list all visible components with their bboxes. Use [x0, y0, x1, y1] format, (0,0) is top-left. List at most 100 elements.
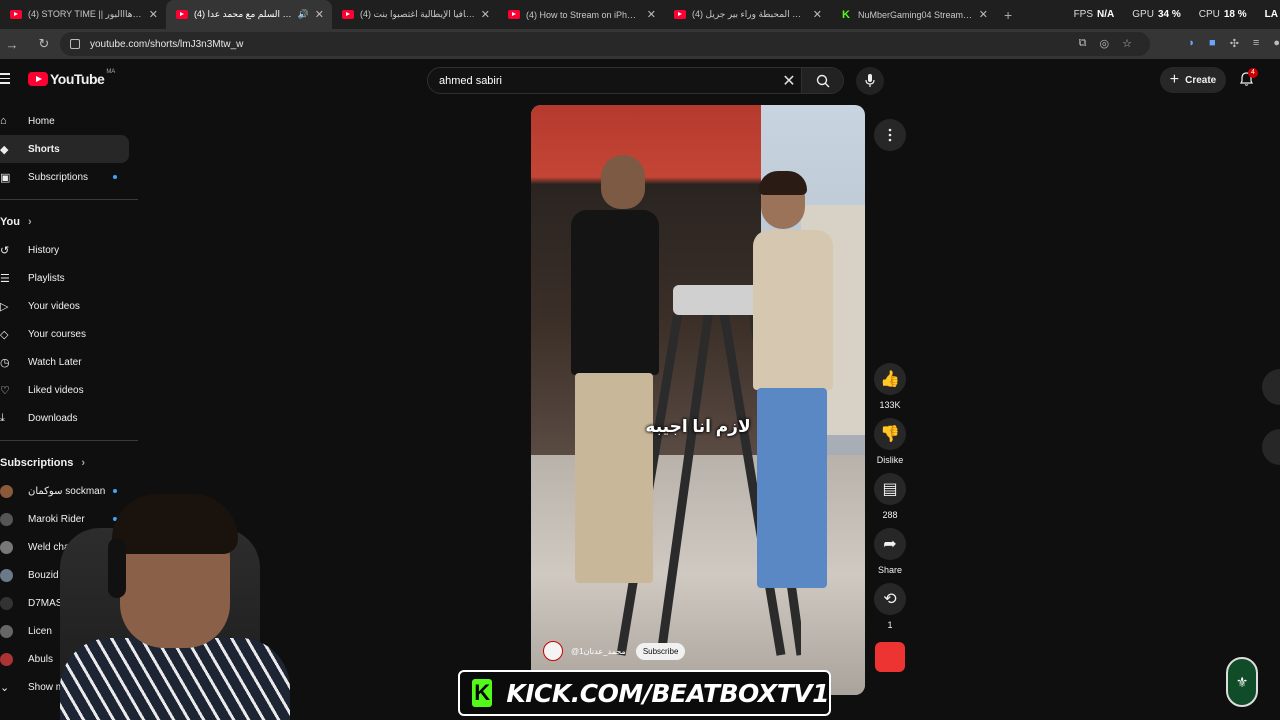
sidebar-item-history[interactable]: ↺ History [0, 236, 140, 264]
fps-stat: FPS N/A [1073, 9, 1115, 20]
more-vert-icon [888, 128, 892, 142]
new-content-dot [113, 175, 117, 179]
channel-avatar [0, 652, 13, 666]
search-icon [816, 74, 829, 87]
sidebar-item-shorts[interactable]: ◆ Shorts [0, 135, 129, 163]
streamer-hair [112, 494, 238, 554]
like-button[interactable]: 👍 133K [874, 363, 906, 410]
install-icon[interactable]: ⧉ [1079, 37, 1087, 50]
channel-avatar [0, 512, 13, 526]
kick-channel-url: KICK.COM/BEATBOXTV1 [506, 678, 829, 708]
extra-stat: LA [1264, 9, 1278, 20]
subscribe-button[interactable]: Subscribe [635, 642, 686, 660]
team-emblem-icon: ⚜ [1226, 657, 1258, 707]
gpu-stat: GPU 34 % [1132, 9, 1181, 20]
share-icon: ➦ [874, 528, 906, 560]
url-actions: ⧉ ◎ ☆ [1079, 37, 1132, 50]
chevron-right-icon: › [27, 216, 32, 228]
sidebar-item-home[interactable]: ⌂ Home [0, 107, 140, 135]
dislike-button[interactable]: 👎 Dislike [874, 418, 906, 465]
media-icon[interactable]: ≡ [1253, 37, 1259, 50]
browser-tab[interactable]: (4) How to Stream on iPhone w ✕ [498, 0, 664, 29]
remix-button[interactable]: ⟲ 1 [874, 583, 906, 630]
close-tab-icon[interactable]: ✕ [979, 8, 988, 21]
eye-off-icon[interactable]: ◎ [1100, 37, 1110, 50]
browser-tab-bar: (4) STORY TIME || وروبا و هااالبور✕ (4) … [0, 0, 1280, 29]
notifications-button[interactable]: 4 [1240, 68, 1258, 91]
home-icon: ⌂ [0, 115, 7, 127]
clear-search-icon[interactable]: ✕ [777, 71, 801, 91]
search-input[interactable]: ahmed sabiri [428, 75, 777, 87]
menu-icon[interactable] [0, 73, 10, 87]
browser-tab[interactable]: (4) المافيا الإيطالية اغتصبوا بنت ✕ [332, 0, 498, 29]
more-options-button[interactable] [874, 119, 906, 151]
video-scene-person [753, 171, 841, 595]
short-actions: 👍 133K 👎 Dislike ▤ 288 ➦ Share ⟲ 1 [872, 363, 908, 672]
like-icon: ♡ [0, 384, 10, 397]
sidebar-item-your-videos[interactable]: ▷ Your videos [0, 292, 140, 320]
microphone-icon [865, 74, 875, 87]
share-button[interactable]: ➦ Share [874, 528, 906, 575]
shorts-icon: ◆ [0, 143, 9, 156]
previous-short-button[interactable] [1262, 369, 1280, 405]
remix-icon: ⟲ [874, 583, 906, 615]
forward-button[interactable]: → [0, 37, 24, 52]
sidebar-item-playlists[interactable]: ☰ Playlists [0, 264, 140, 292]
sidebar-item-your-courses[interactable]: ◇ Your courses [0, 320, 140, 348]
voice-search-button[interactable] [856, 67, 884, 95]
close-tab-icon[interactable]: ✕ [647, 8, 656, 21]
close-tab-icon[interactable]: ✕ [315, 8, 324, 21]
comments-button[interactable]: ▤ 288 [874, 473, 906, 520]
comment-icon: ▤ [874, 473, 906, 505]
channel-name[interactable]: @محمد_عدنان1 [571, 647, 626, 656]
next-short-button[interactable] [1262, 429, 1280, 465]
browser-tab[interactable]: K NuMberGaming04 Stream - W ✕ [830, 0, 996, 29]
browser-tab[interactable]: (4) الحقائق المحبطة وراء بير جريل✕ [664, 0, 830, 29]
kick-favicon-icon: K [842, 8, 850, 21]
clock-icon: ◷ [0, 356, 10, 369]
channel-avatar[interactable] [543, 641, 563, 661]
sidebar-you-heading[interactable]: You › [0, 208, 140, 236]
sidebar-item-downloads[interactable]: ⤓ Downloads [0, 404, 140, 432]
short-navigation [1262, 369, 1280, 489]
kick-logo-icon: K [472, 679, 493, 707]
close-tab-icon[interactable]: ✕ [149, 8, 158, 21]
sidebar-subscriptions-heading[interactable]: Subscriptions › [0, 449, 140, 477]
browser-tab-active[interactable]: (4) تحدي السلم مع محمد عدا 🔊 ✕ [166, 0, 332, 29]
sidebar-divider [0, 440, 138, 441]
cpu-stat: CPU 18 % [1198, 9, 1247, 20]
reload-button[interactable]: ↻ [32, 36, 56, 52]
streamer-webcam [20, 488, 320, 720]
youtube-favicon-icon [674, 10, 686, 19]
profile-avatar[interactable]: ● [1273, 37, 1280, 50]
speaker-icon[interactable]: 🔊 [298, 9, 309, 20]
sidebar-divider [0, 199, 138, 200]
extension-icon[interactable]: ■ [1209, 37, 1216, 50]
playlists-icon: ☰ [0, 272, 10, 285]
new-tab-button[interactable]: + [1004, 7, 1012, 23]
sidebar-item-liked-videos[interactable]: ♡ Liked videos [0, 376, 140, 404]
bookmark-star-icon[interactable]: ☆ [1122, 37, 1132, 50]
subscriptions-icon: ▣ [0, 171, 11, 184]
search-button[interactable] [801, 68, 843, 93]
youtube-favicon-icon [176, 10, 188, 19]
history-icon: ↺ [0, 244, 10, 257]
create-button[interactable]: + Create [1160, 67, 1226, 93]
sidebar-item-subscriptions[interactable]: ▣ Subscriptions [0, 163, 140, 191]
url-field[interactable]: youtube.com/shorts/lmJ3n3Mtw_w [60, 32, 1150, 56]
sound-thumbnail[interactable] [875, 642, 905, 672]
short-video-player[interactable]: لازم انا اجيبه @محمد_عدنان1 Subscribe [531, 105, 865, 695]
site-info-icon[interactable] [70, 39, 80, 49]
youtube-favicon-icon [342, 10, 354, 19]
channel-avatar [0, 624, 13, 638]
puzzle-icon[interactable]: ✣ [1230, 37, 1239, 50]
channel-avatar [0, 596, 13, 610]
close-tab-icon[interactable]: ✕ [481, 8, 490, 21]
extension-icon[interactable]: ◗ [1188, 37, 1195, 50]
youtube-logo[interactable]: YouTube MA [28, 69, 115, 87]
sidebar-item-watch-later[interactable]: ◷ Watch Later [0, 348, 140, 376]
channel-info: @محمد_عدنان1 Subscribe [543, 641, 686, 661]
youtube-favicon-icon [10, 10, 22, 19]
close-tab-icon[interactable]: ✕ [813, 8, 822, 21]
browser-tab[interactable]: (4) STORY TIME || وروبا و هااالبور✕ [0, 0, 166, 29]
